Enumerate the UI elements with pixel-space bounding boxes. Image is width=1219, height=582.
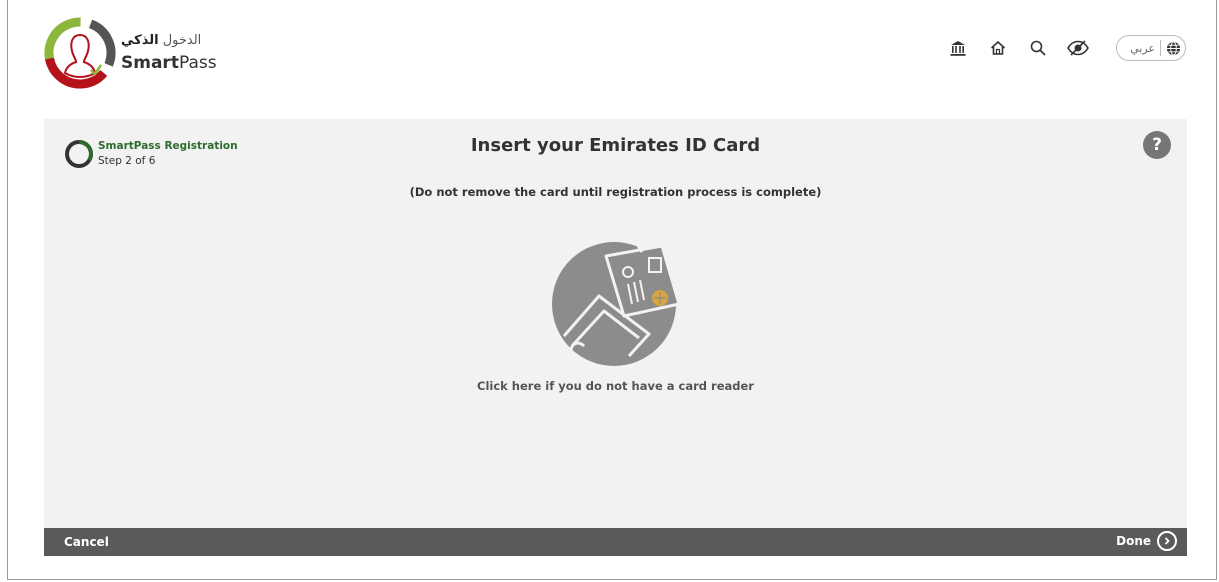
cancel-button[interactable]: Cancel: [64, 535, 109, 549]
card-reader-illustration: [552, 222, 681, 366]
logo-arabic-text: الدخول الذكي: [121, 33, 202, 48]
done-button[interactable]: Done: [1116, 531, 1177, 551]
done-label: Done: [1116, 534, 1151, 548]
page-title: Insert your Emirates ID Card: [470, 135, 761, 156]
page-frame: الدخول الذكي SmartPass عربي SmartPass Re…: [7, 0, 1217, 580]
header: الدخول الذكي SmartPass عربي: [8, 0, 1216, 118]
help-button[interactable]: ?: [1143, 131, 1171, 159]
logo-english-text: SmartPass: [121, 53, 217, 73]
card-notice: (Do not remove the card until registrati…: [409, 185, 822, 199]
language-toggle-button[interactable]: عربي: [1116, 35, 1186, 61]
language-separator: [1160, 40, 1161, 56]
search-icon[interactable]: [1018, 34, 1058, 62]
footer-bar: Cancel Done: [44, 528, 1187, 556]
chevron-right-icon: [1157, 531, 1177, 551]
registration-step: Step 2 of 6: [98, 155, 156, 167]
no-card-reader-link[interactable]: Click here if you do not have a card rea…: [44, 379, 1187, 393]
smartpass-logo-icon: [44, 17, 116, 89]
globe-icon: [1166, 40, 1181, 56]
language-label: عربي: [1130, 41, 1155, 55]
accessibility-eye-icon[interactable]: [1058, 34, 1098, 62]
registration-panel: SmartPass Registration Step 2 of 6 Inser…: [44, 119, 1187, 529]
government-icon[interactable]: [938, 34, 978, 62]
smartpass-logo[interactable]: الدخول الذكي SmartPass: [44, 15, 224, 95]
home-icon[interactable]: [978, 34, 1018, 62]
header-toolbar: عربي: [938, 34, 1186, 62]
